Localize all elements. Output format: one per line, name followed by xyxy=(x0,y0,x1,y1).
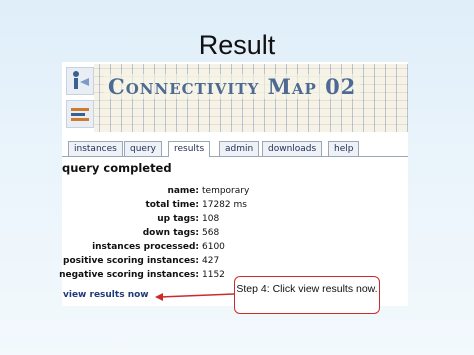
field-row: up tags: 108 xyxy=(62,214,408,227)
field-value: 568 xyxy=(202,228,220,238)
tab-instances[interactable]: instances xyxy=(68,141,123,156)
app-logo-text: Connectivity Map 02 xyxy=(104,74,361,99)
field-value: 108 xyxy=(202,214,220,224)
field-value: 6100 xyxy=(202,242,225,252)
field-row: name: temporary xyxy=(62,186,408,199)
field-label: up tags: xyxy=(157,214,199,224)
tab-bar: instances query results admin downloads … xyxy=(62,140,408,157)
tab-downloads[interactable]: downloads xyxy=(262,141,323,156)
field-label: name: xyxy=(167,186,199,196)
data-lines-icon xyxy=(66,100,94,128)
field-value: 1152 xyxy=(202,270,225,280)
tab-help[interactable]: help xyxy=(328,141,360,156)
field-value: temporary xyxy=(202,186,250,196)
field-label: positive scoring instances: xyxy=(63,256,199,266)
person-icon xyxy=(66,67,94,95)
app-panel: Connectivity Map 02 instances query resu… xyxy=(59,62,408,306)
tab-results[interactable]: results xyxy=(168,141,211,157)
view-results-link[interactable]: view results now xyxy=(63,290,149,300)
field-value: 427 xyxy=(202,256,220,266)
field-row: instances processed: 6100 xyxy=(62,242,408,255)
field-label: down tags: xyxy=(142,228,199,238)
field-label: negative scoring instances: xyxy=(59,270,199,280)
app-banner: Connectivity Map 02 xyxy=(62,62,408,136)
field-row: positive scoring instances: 427 xyxy=(62,256,408,269)
slide-title: Result xyxy=(198,30,276,60)
field-label: total time: xyxy=(145,200,199,210)
field-value: 17282 ms xyxy=(202,200,247,210)
field-row: down tags: 568 xyxy=(62,228,408,241)
field-label: instances processed: xyxy=(92,242,199,252)
status-heading: query completed xyxy=(62,161,172,175)
field-row: total time: 17282 ms xyxy=(62,200,408,213)
tab-admin[interactable]: admin xyxy=(219,141,260,156)
tab-query[interactable]: query xyxy=(124,141,162,156)
step-callout: Step 4: Click view results now. xyxy=(234,276,380,314)
